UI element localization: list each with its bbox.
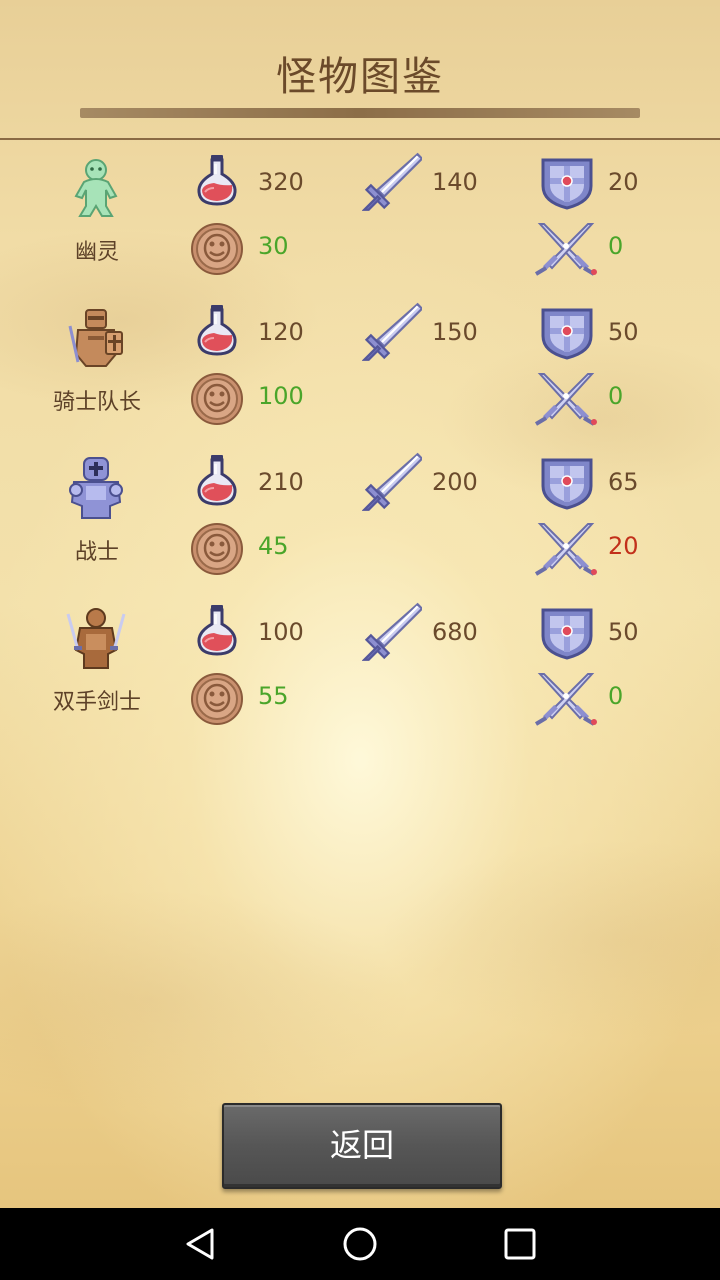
knight-captain-icon [64,306,128,370]
shield-icon [540,606,594,660]
title-divider [80,108,640,118]
warrior-icon [64,456,128,520]
home-nav-icon[interactable] [338,1222,382,1266]
potion-icon [190,452,244,506]
gold-value: 55 [258,682,289,710]
hp-value: 100 [258,618,304,646]
defense-value: 50 [608,618,639,646]
dual-swordsman-icon [64,606,128,670]
ghost-icon [64,156,128,220]
potion-icon [190,602,244,656]
damage-value: 0 [608,382,624,410]
coin-icon [190,522,244,576]
crossed-swords-icon [534,522,598,576]
monster-row: 战士 210 200 65 45 20 [0,450,720,600]
hp-value: 120 [258,318,304,346]
gold-value: 45 [258,532,289,560]
defense-value: 65 [608,468,639,496]
gold-value: 100 [258,382,304,410]
sword-icon [361,302,424,361]
hp-value: 210 [258,468,304,496]
monster-name: 幽灵 [74,240,119,265]
monster-row: 骑士队长 120 150 50 100 0 [0,300,720,450]
header-line [0,138,720,140]
sword-icon [361,152,424,211]
coin-icon [190,372,244,426]
page-title: 怪物图鉴 [276,54,444,100]
recents-nav-icon[interactable] [498,1222,542,1266]
crossed-swords-icon [534,372,598,426]
gold-value: 30 [258,232,289,260]
shield-icon [540,456,594,510]
crossed-swords-icon [534,222,598,276]
back-nav-icon[interactable] [178,1222,222,1266]
system-nav-bar [0,1208,720,1280]
coin-icon [190,672,244,726]
damage-value: 0 [608,682,624,710]
attack-value: 680 [432,618,478,646]
damage-value: 20 [608,532,639,560]
attack-value: 200 [432,468,478,496]
bestiary-screen: 怪物图鉴 幽灵 320 140 20 30 0 骑士队长 120 150 50 … [0,0,720,1208]
monster-name: 战士 [74,540,119,565]
defense-value: 50 [608,318,639,346]
attack-value: 150 [432,318,478,346]
hp-value: 320 [258,168,304,196]
defense-value: 20 [608,168,639,196]
sword-icon [361,452,424,511]
damage-value: 0 [608,232,624,260]
monster-row: 幽灵 320 140 20 30 0 [0,150,720,300]
crossed-swords-icon [534,672,598,726]
attack-value: 140 [432,168,478,196]
monster-row: 双手剑士 100 680 50 55 0 [0,600,720,750]
coin-icon [190,222,244,276]
potion-icon [190,152,244,206]
shield-icon [540,156,594,210]
monster-name: 双手剑士 [52,690,141,715]
back-button[interactable]: 返回 [222,1103,502,1189]
sword-icon [361,602,424,661]
potion-icon [190,302,244,356]
shield-icon [540,306,594,360]
monster-name: 骑士队长 [52,390,141,415]
